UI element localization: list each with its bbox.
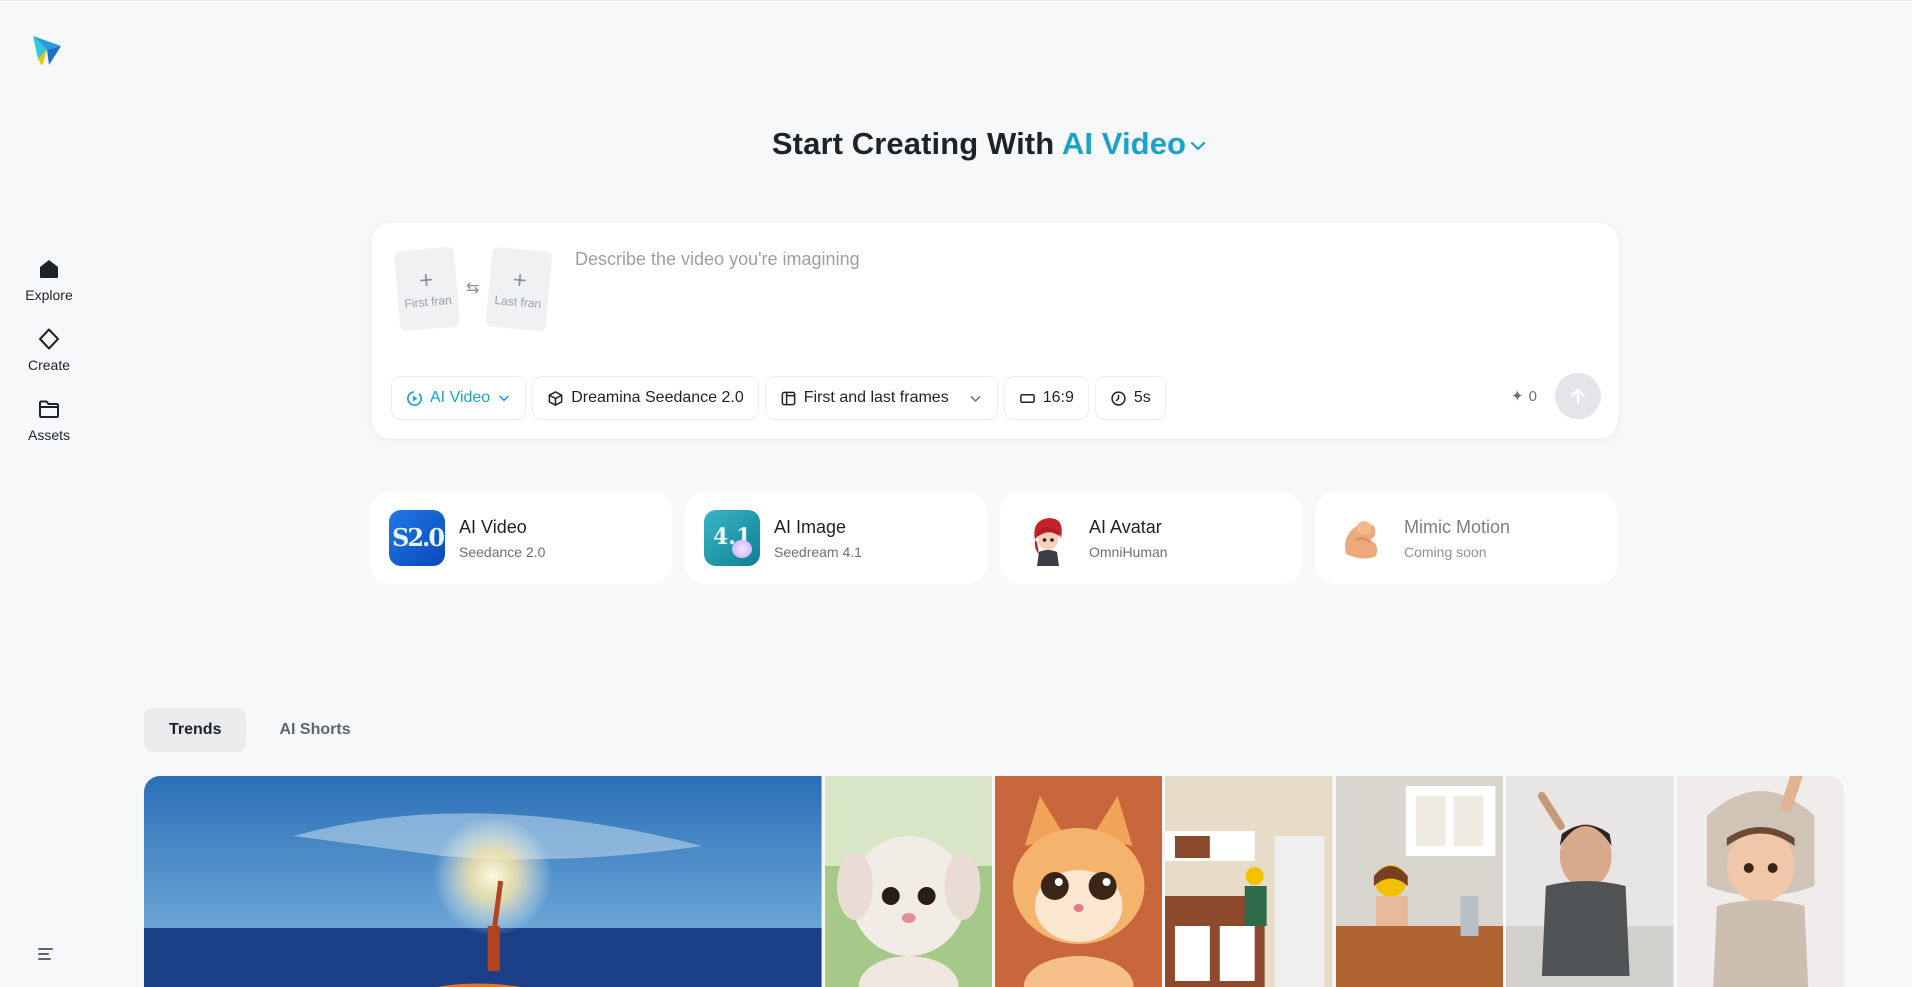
tab-trends[interactable]: Trends <box>144 708 247 752</box>
feature-card-ai-image[interactable]: 4.1 AI Image Seedream 4.1 <box>685 492 987 584</box>
page-title-prefix: Start Creating With <box>771 126 1055 161</box>
sidebar-item-create[interactable]: Create <box>0 315 98 385</box>
plus-icon: + <box>418 266 435 295</box>
gallery-tile-lego-kitchen[interactable] <box>1165 776 1333 987</box>
collapse-menu-button[interactable] <box>36 946 56 962</box>
feature-subtitle: Coming soon <box>1404 543 1487 560</box>
gallery-tile-hoodie-man[interactable] <box>1506 776 1674 987</box>
gallery-tabs: Trends AI Shorts <box>144 708 376 752</box>
paper-plane-logo-icon <box>33 36 61 66</box>
model-selector[interactable]: Dreamina Seedance 2.0 <box>532 376 759 420</box>
trends-gallery <box>144 776 1844 987</box>
chevron-down-icon <box>499 395 509 402</box>
sidebar-item-explore[interactable]: Explore <box>0 245 98 315</box>
duration-label: 5s <box>1133 389 1151 406</box>
sidebar-item-label: Create <box>27 357 71 373</box>
feature-cards: S2.0 AI Video Seedance 2.0 4.1 AI Image … <box>370 492 1617 584</box>
chevron-down-icon <box>1190 141 1206 150</box>
last-frame-upload[interactable]: + Last fran <box>485 246 553 332</box>
frames-dropdown[interactable]: First and last frames <box>764 376 998 420</box>
gallery-tile-hoodie-boy[interactable] <box>1676 776 1844 987</box>
feature-title: AI Video <box>459 516 527 537</box>
mode-selector-label: AI Video <box>1061 126 1187 161</box>
top-divider <box>0 0 1912 1</box>
video-mode-icon <box>407 390 422 406</box>
avatar-character-icon <box>1019 510 1075 566</box>
submit-button[interactable] <box>1555 373 1601 419</box>
mode-selector[interactable]: AI Video <box>1062 126 1208 161</box>
glass-kitten-thumbnail <box>994 776 1163 987</box>
glass-puppy-thumbnail <box>824 776 992 987</box>
clock-icon <box>1111 390 1126 406</box>
credits-indicator: ✦ 0 <box>1511 387 1537 406</box>
gallery-tile-glass-kitten[interactable] <box>994 776 1163 987</box>
duration-button[interactable]: 5s <box>1094 376 1166 420</box>
diamond-icon <box>39 328 59 350</box>
prompt-input[interactable] <box>575 244 1575 274</box>
model-selector-label: Dreamina Seedance 2.0 <box>571 389 744 406</box>
sidebar-item-assets[interactable]: Assets <box>0 385 98 455</box>
sidebar-item-label: Explore <box>25 287 73 303</box>
feature-subtitle: Seedance 2.0 <box>459 543 546 560</box>
feature-card-ai-avatar[interactable]: AI Avatar OmniHuman <box>1000 492 1302 584</box>
sidebar-nav: Explore Create Assets <box>0 245 98 455</box>
mimic-motion-icon <box>1334 510 1390 566</box>
feature-subtitle: Seedream 4.1 <box>774 543 862 560</box>
credits-count: 0 <box>1528 387 1537 405</box>
frames-dropdown-label: First and last frames <box>803 389 949 406</box>
app-logo[interactable] <box>30 32 64 68</box>
aspect-ratio-label: 16:9 <box>1042 389 1074 406</box>
feature-title: Mimic Motion <box>1404 516 1511 537</box>
seedance-badge: S2.0 <box>392 523 445 552</box>
ocean-light-thumbnail <box>144 776 822 987</box>
hoodie-boy-thumbnail <box>1676 776 1844 987</box>
gallery-tile-ocean-light[interactable] <box>144 776 822 987</box>
frames-icon <box>781 391 796 405</box>
feature-title: AI Image <box>774 516 847 537</box>
feature-subtitle: OmniHuman <box>1089 543 1168 560</box>
home-icon <box>40 260 58 278</box>
aspect-ratio-icon <box>1019 393 1035 403</box>
aspect-ratio-button[interactable]: 16:9 <box>1003 376 1089 420</box>
sidebar-item-label: Assets <box>27 427 70 443</box>
lego-cook-thumbnail <box>1335 776 1504 987</box>
hoodie-man-thumbnail <box>1506 776 1674 987</box>
first-frame-label: First fran <box>403 292 453 311</box>
page-title: Start Creating With AI Video <box>0 126 1912 162</box>
feature-card-ai-video[interactable]: S2.0 AI Video Seedance 2.0 <box>370 492 672 584</box>
gallery-tile-lego-cook[interactable] <box>1335 776 1504 987</box>
cube-icon <box>548 390 563 406</box>
sparkle-icon: ✦ <box>1511 388 1524 405</box>
lego-kitchen-thumbnail <box>1165 776 1333 987</box>
gallery-tile-glass-puppy[interactable] <box>824 776 992 987</box>
prompt-card: + First fran ⇆ + Last fran AI Video Drea… <box>370 221 1620 440</box>
folder-icon <box>39 400 59 418</box>
last-frame-label: Last fran <box>493 292 542 311</box>
chevron-down-icon <box>970 395 981 402</box>
swap-frames-icon[interactable]: ⇆ <box>466 278 479 298</box>
generation-toolbar: AI Video Dreamina Seedance 2.0 First and… <box>391 376 1166 420</box>
plus-icon: + <box>511 266 528 295</box>
menu-lines-icon <box>38 948 53 960</box>
first-frame-upload[interactable]: + First fran <box>393 246 461 332</box>
tab-ai-shorts[interactable]: AI Shorts <box>254 708 375 752</box>
mode-dropdown-label: AI Video <box>430 389 491 406</box>
feature-title: AI Avatar <box>1089 516 1162 537</box>
arrow-up-icon <box>1571 388 1585 404</box>
mode-dropdown[interactable]: AI Video <box>391 376 527 420</box>
seedream-logo-icon: 4.1 <box>704 510 760 566</box>
feature-card-mimic-motion[interactable]: Mimic Motion Coming soon <box>1315 492 1617 584</box>
seedance-logo-icon: S2.0 <box>389 510 445 566</box>
